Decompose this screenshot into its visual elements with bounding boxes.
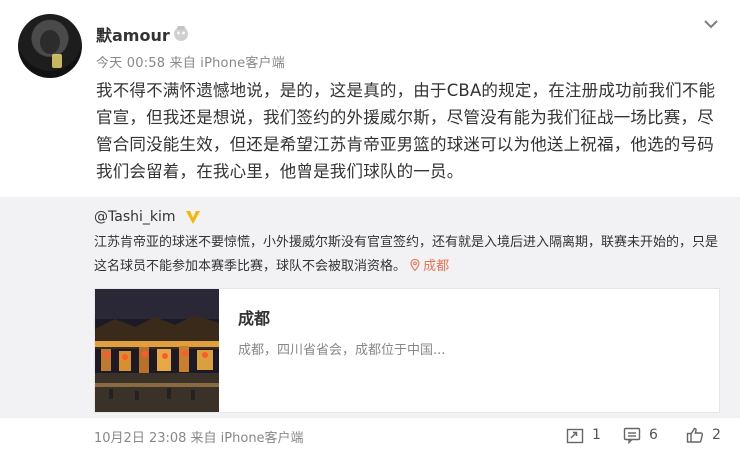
location-card[interactable]: 成都 成都，四川省省会，成都位于中国... <box>94 288 720 413</box>
repost-author[interactable]: @Tashi_kim <box>94 209 176 225</box>
repost-date: 10月2日 23:08 来自 iPhone客户端 <box>94 431 304 446</box>
comment-button[interactable]: 6 <box>623 424 658 446</box>
post-meta: 今天 00:58 来自 iPhone客户端 <box>96 56 285 71</box>
location-thumbnail <box>95 289 219 412</box>
comment-count: 6 <box>649 427 658 443</box>
chevron-down-icon[interactable] <box>700 14 722 34</box>
location-label: 成都 <box>423 259 450 274</box>
username[interactable]: 默amour <box>96 22 170 46</box>
like-icon <box>686 427 704 443</box>
avatar-phone <box>52 54 62 68</box>
repost-icon <box>566 428 584 444</box>
post-content: 我不得不满怀遗憾地说，是的，这是真的，由于CBA的规定，在注册成功前我们不能官宣… <box>96 81 716 181</box>
comment-icon <box>623 427 641 444</box>
vip-badge-icon <box>186 211 200 224</box>
repost-block[interactable]: @Tashi_kim 江苏肯帝亚的球迷不要惊慌，小外援威尔斯没有官宣签约，还有就… <box>0 197 740 418</box>
like-button[interactable]: 2 <box>686 424 721 446</box>
repost-count: 1 <box>592 427 601 443</box>
repost-text: 江苏肯帝亚的球迷不要惊慌，小外援威尔斯没有官宣签约，还有就是入境后进入隔离期，联… <box>94 231 720 279</box>
repost-body: 江苏肯帝亚的球迷不要惊慌，小外援威尔斯没有官宣签约，还有就是入境后进入隔离期，联… <box>94 235 719 274</box>
card-title: 成都 <box>238 309 271 328</box>
weibo-post: 默amour 今天 00:58 来自 iPhone客户端 我不得不满怀遗憾地说，… <box>0 0 740 462</box>
location-link[interactable]: 成都 <box>410 259 449 274</box>
location-pin-icon <box>410 259 420 271</box>
avatar[interactable] <box>18 14 82 78</box>
avatar-face <box>40 30 60 54</box>
like-count: 2 <box>712 427 721 443</box>
repost-button[interactable]: 1 <box>566 424 601 446</box>
card-description: 成都，四川省省会，成都位于中国... <box>238 343 446 358</box>
user-badge-icon <box>174 26 188 41</box>
